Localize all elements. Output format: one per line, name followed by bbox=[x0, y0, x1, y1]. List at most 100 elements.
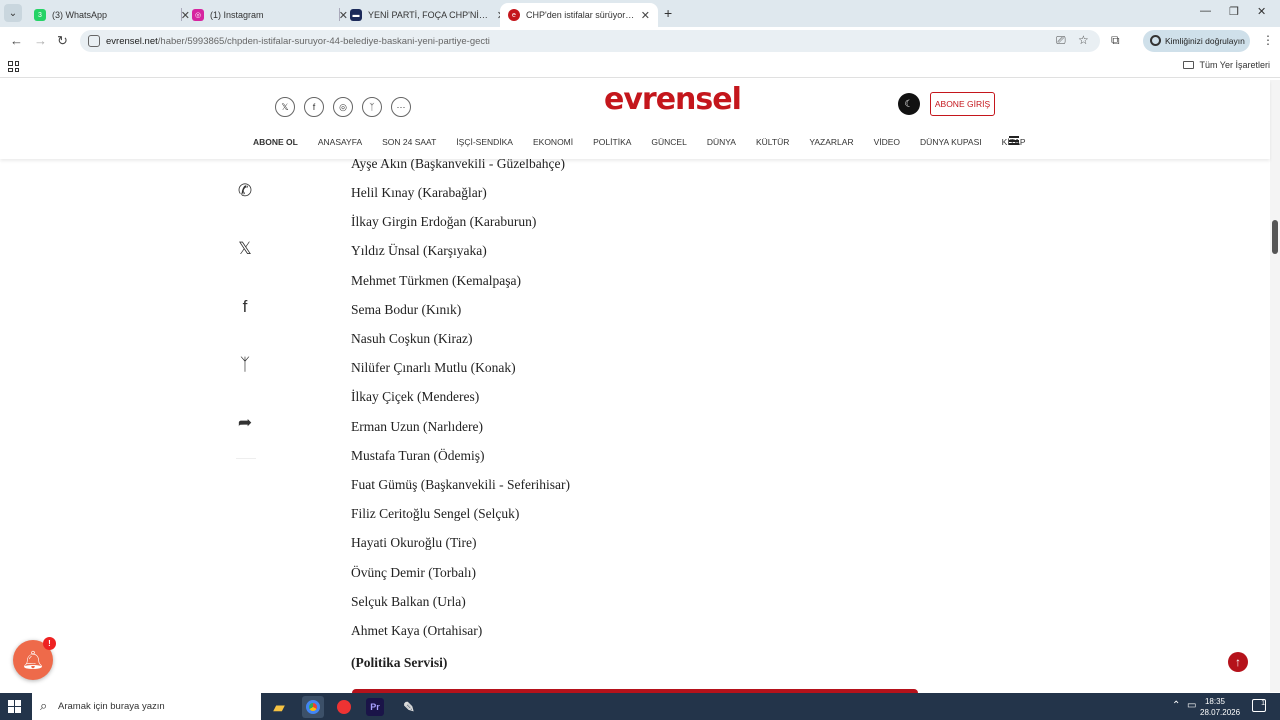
premiere-icon[interactable]: Pr bbox=[366, 698, 384, 716]
url-path: /haber/5993865/chpden-istifalar-suruyor-… bbox=[157, 35, 490, 47]
site-header: 𝕏 f ◎ ᛉ ··· evrensel ☾ ABONE GİRİŞ ABONE… bbox=[0, 80, 1270, 159]
bluesky-icon[interactable]: ᛉ bbox=[362, 97, 382, 117]
list-item: Sema Bodur (Kınık) bbox=[351, 302, 462, 317]
network-icon[interactable]: ▭ bbox=[1187, 700, 1196, 711]
site-logo[interactable]: evrensel bbox=[604, 82, 742, 117]
nav-dunya[interactable]: DÜNYA bbox=[707, 137, 736, 147]
subscribe-login-button[interactable]: ABONE GİRİŞ bbox=[930, 92, 995, 116]
x-share-icon[interactable]: 𝕏 bbox=[234, 238, 256, 260]
tab-evrensel[interactable]: e CHP'den istifalar sürüyor: 44 be ✕ bbox=[500, 3, 658, 27]
restore-icon[interactable]: ❐ bbox=[1229, 5, 1239, 18]
new-tab-button[interactable]: + bbox=[664, 5, 672, 21]
browser-toolbar: ← → ↻ evrensel.net/haber/5993865/chpden-… bbox=[0, 27, 1280, 56]
nav-yazarlar[interactable]: YAZARLAR bbox=[809, 137, 853, 147]
list-item: Nasuh Coşkun (Kiraz) bbox=[351, 331, 473, 346]
notification-badge: ! bbox=[43, 637, 56, 650]
extensions-icon[interactable]: ⧉ bbox=[1111, 33, 1120, 48]
minimize-icon[interactable]: — bbox=[1200, 5, 1211, 17]
notif-count: 1 bbox=[1261, 700, 1265, 707]
news-icon: ▬ bbox=[350, 9, 362, 21]
page-scrollbar[interactable] bbox=[1270, 80, 1280, 692]
list-item: Ahmet Kaya (Ortahisar) bbox=[351, 623, 483, 638]
folder-icon bbox=[1183, 61, 1195, 69]
taskbar-search-placeholder: Aramak için buraya yazın bbox=[58, 701, 165, 712]
instagram-icon[interactable]: ◎ bbox=[333, 97, 353, 117]
main-nav: ABONE OL ANASAYFA SON 24 SAAT İŞÇİ-SENDİ… bbox=[253, 137, 1046, 147]
nav-anasayfa[interactable]: ANASAYFA bbox=[318, 137, 362, 147]
address-bar[interactable]: evrensel.net/haber/5993865/chpden-istifa… bbox=[80, 30, 1100, 52]
hamburger-menu-icon[interactable] bbox=[1009, 136, 1019, 145]
nav-dunya-kupasi[interactable]: DÜNYA KUPASI bbox=[920, 137, 982, 147]
acrobat-icon[interactable] bbox=[333, 696, 355, 718]
list-item: İlkay Çiçek (Menderes) bbox=[351, 389, 480, 404]
nav-son-24-saat[interactable]: SON 24 SAAT bbox=[382, 137, 436, 147]
tab-strip: ⌄ 3 (3) WhatsApp ✕ ◎ (1) Instagram ✕ ▬ Y… bbox=[0, 0, 1280, 27]
menu-kebab-icon[interactable]: ⋮ bbox=[1262, 33, 1274, 47]
tab-instagram[interactable]: ◎ (1) Instagram ✕ bbox=[184, 3, 356, 27]
whatsapp-share-icon[interactable]: ✆ bbox=[234, 180, 256, 202]
close-tab-icon[interactable]: ✕ bbox=[641, 9, 650, 22]
list-item: Mustafa Turan (Ödemiş) bbox=[351, 448, 485, 463]
profile-label: Kimliğinizi doğrulayın bbox=[1165, 36, 1245, 46]
windows-start-icon[interactable] bbox=[8, 700, 21, 713]
tab-title: YENİ PARTİ, FOÇA CHP'NİN İNS... bbox=[368, 10, 491, 20]
install-app-icon[interactable]: ⎚ bbox=[1056, 33, 1066, 48]
share-arrow-icon[interactable]: ➦ bbox=[234, 412, 256, 434]
nav-abone-ol[interactable]: ABONE OL bbox=[253, 137, 298, 147]
facebook-share-icon[interactable]: f bbox=[234, 296, 256, 318]
back-icon[interactable]: ← bbox=[10, 33, 23, 48]
list-item: Fuat Gümüş (Başkanvekili - Seferihisar) bbox=[351, 477, 570, 492]
taskbar-clock[interactable]: 18:35 28.07.2026 bbox=[1200, 696, 1240, 718]
reload-icon[interactable]: ↻ bbox=[57, 33, 68, 49]
list-item: Övünç Demir (Torbalı) bbox=[351, 565, 477, 580]
time: 18:35 bbox=[1204, 697, 1226, 706]
tray-chevron-icon[interactable]: ⌃ bbox=[1172, 700, 1180, 711]
facebook-icon[interactable]: f bbox=[304, 97, 324, 117]
taskbar: Aramak için buraya yazın ▰ Pr ✎ ⌃ ▭ 18:3… bbox=[0, 693, 1280, 720]
list-item: Nilüfer Çınarlı Mutlu (Konak) bbox=[351, 360, 516, 375]
taskbar-search[interactable]: Aramak için buraya yazın bbox=[32, 693, 261, 720]
nav-politika[interactable]: POLİTİKA bbox=[593, 137, 631, 147]
whatsapp-icon: 3 bbox=[34, 9, 46, 21]
bluesky-share-icon[interactable]: ᛉ bbox=[234, 354, 256, 376]
forward-icon[interactable]: → bbox=[34, 33, 47, 48]
divider bbox=[236, 458, 256, 459]
scroll-to-top-icon[interactable]: ↑ bbox=[1228, 652, 1248, 672]
all-bookmarks-button[interactable]: Tüm Yer İşaretleri bbox=[1183, 60, 1270, 70]
action-center-icon[interactable]: 1 bbox=[1252, 699, 1266, 712]
evrensel-icon: e bbox=[508, 9, 520, 21]
profile-button[interactable]: Kimliğinizi doğrulayın bbox=[1143, 30, 1250, 52]
list-item: Hayati Okuroğlu (Tire) bbox=[351, 535, 477, 550]
nav-isci-sendika[interactable]: İŞÇİ-SENDİKA bbox=[456, 137, 513, 147]
x-icon[interactable]: 𝕏 bbox=[275, 97, 295, 117]
paint-icon[interactable]: ✎ bbox=[398, 696, 420, 718]
tab-title: (1) Instagram bbox=[210, 10, 264, 20]
apps-grid-icon[interactable] bbox=[8, 61, 19, 72]
bookmarks-bar: Tüm Yer İşaretleri bbox=[0, 56, 1280, 78]
article-source: (Politika Servisi) bbox=[351, 655, 448, 670]
close-window-icon[interactable]: ✕ bbox=[1257, 5, 1266, 18]
tab-news[interactable]: ▬ YENİ PARTİ, FOÇA CHP'NİN İNS... ✕ bbox=[342, 3, 514, 27]
nav-ekonomi[interactable]: EKONOMİ bbox=[533, 137, 573, 147]
bookmark-star-icon[interactable]: ☆ bbox=[1078, 33, 1089, 47]
list-item: Erman Uzun (Narlıdere) bbox=[351, 419, 483, 434]
chrome-icon[interactable] bbox=[302, 696, 324, 718]
more-icon[interactable]: ··· bbox=[391, 97, 411, 117]
list-item: İlkay Girgin Erdoğan (Karaburun) bbox=[351, 214, 537, 229]
dark-mode-icon[interactable]: ☾ bbox=[898, 93, 920, 115]
url-host: evrensel.net bbox=[106, 35, 158, 47]
all-bookmarks-label: Tüm Yer İşaretleri bbox=[1199, 60, 1270, 70]
tab-whatsapp[interactable]: 3 (3) WhatsApp ✕ bbox=[26, 3, 198, 27]
file-explorer-icon[interactable]: ▰ bbox=[268, 696, 290, 718]
nav-guncel[interactable]: GÜNCEL bbox=[651, 137, 686, 147]
list-item: Mehmet Türkmen (Kemalpaşa) bbox=[351, 273, 521, 288]
nav-kultur[interactable]: KÜLTÜR bbox=[756, 137, 789, 147]
nav-video[interactable]: VİDEO bbox=[874, 137, 900, 147]
list-item: Helil Kınay (Karabağlar) bbox=[351, 185, 487, 200]
scrollbar-thumb[interactable] bbox=[1272, 220, 1278, 254]
tab-search-button[interactable]: ⌄ bbox=[4, 4, 22, 22]
instagram-icon: ◎ bbox=[192, 9, 204, 21]
list-item: Yıldız Ünsal (Karşıyaka) bbox=[351, 243, 487, 258]
list-item: Selçuk Balkan (Urla) bbox=[351, 594, 466, 609]
site-info-icon[interactable] bbox=[88, 35, 100, 47]
